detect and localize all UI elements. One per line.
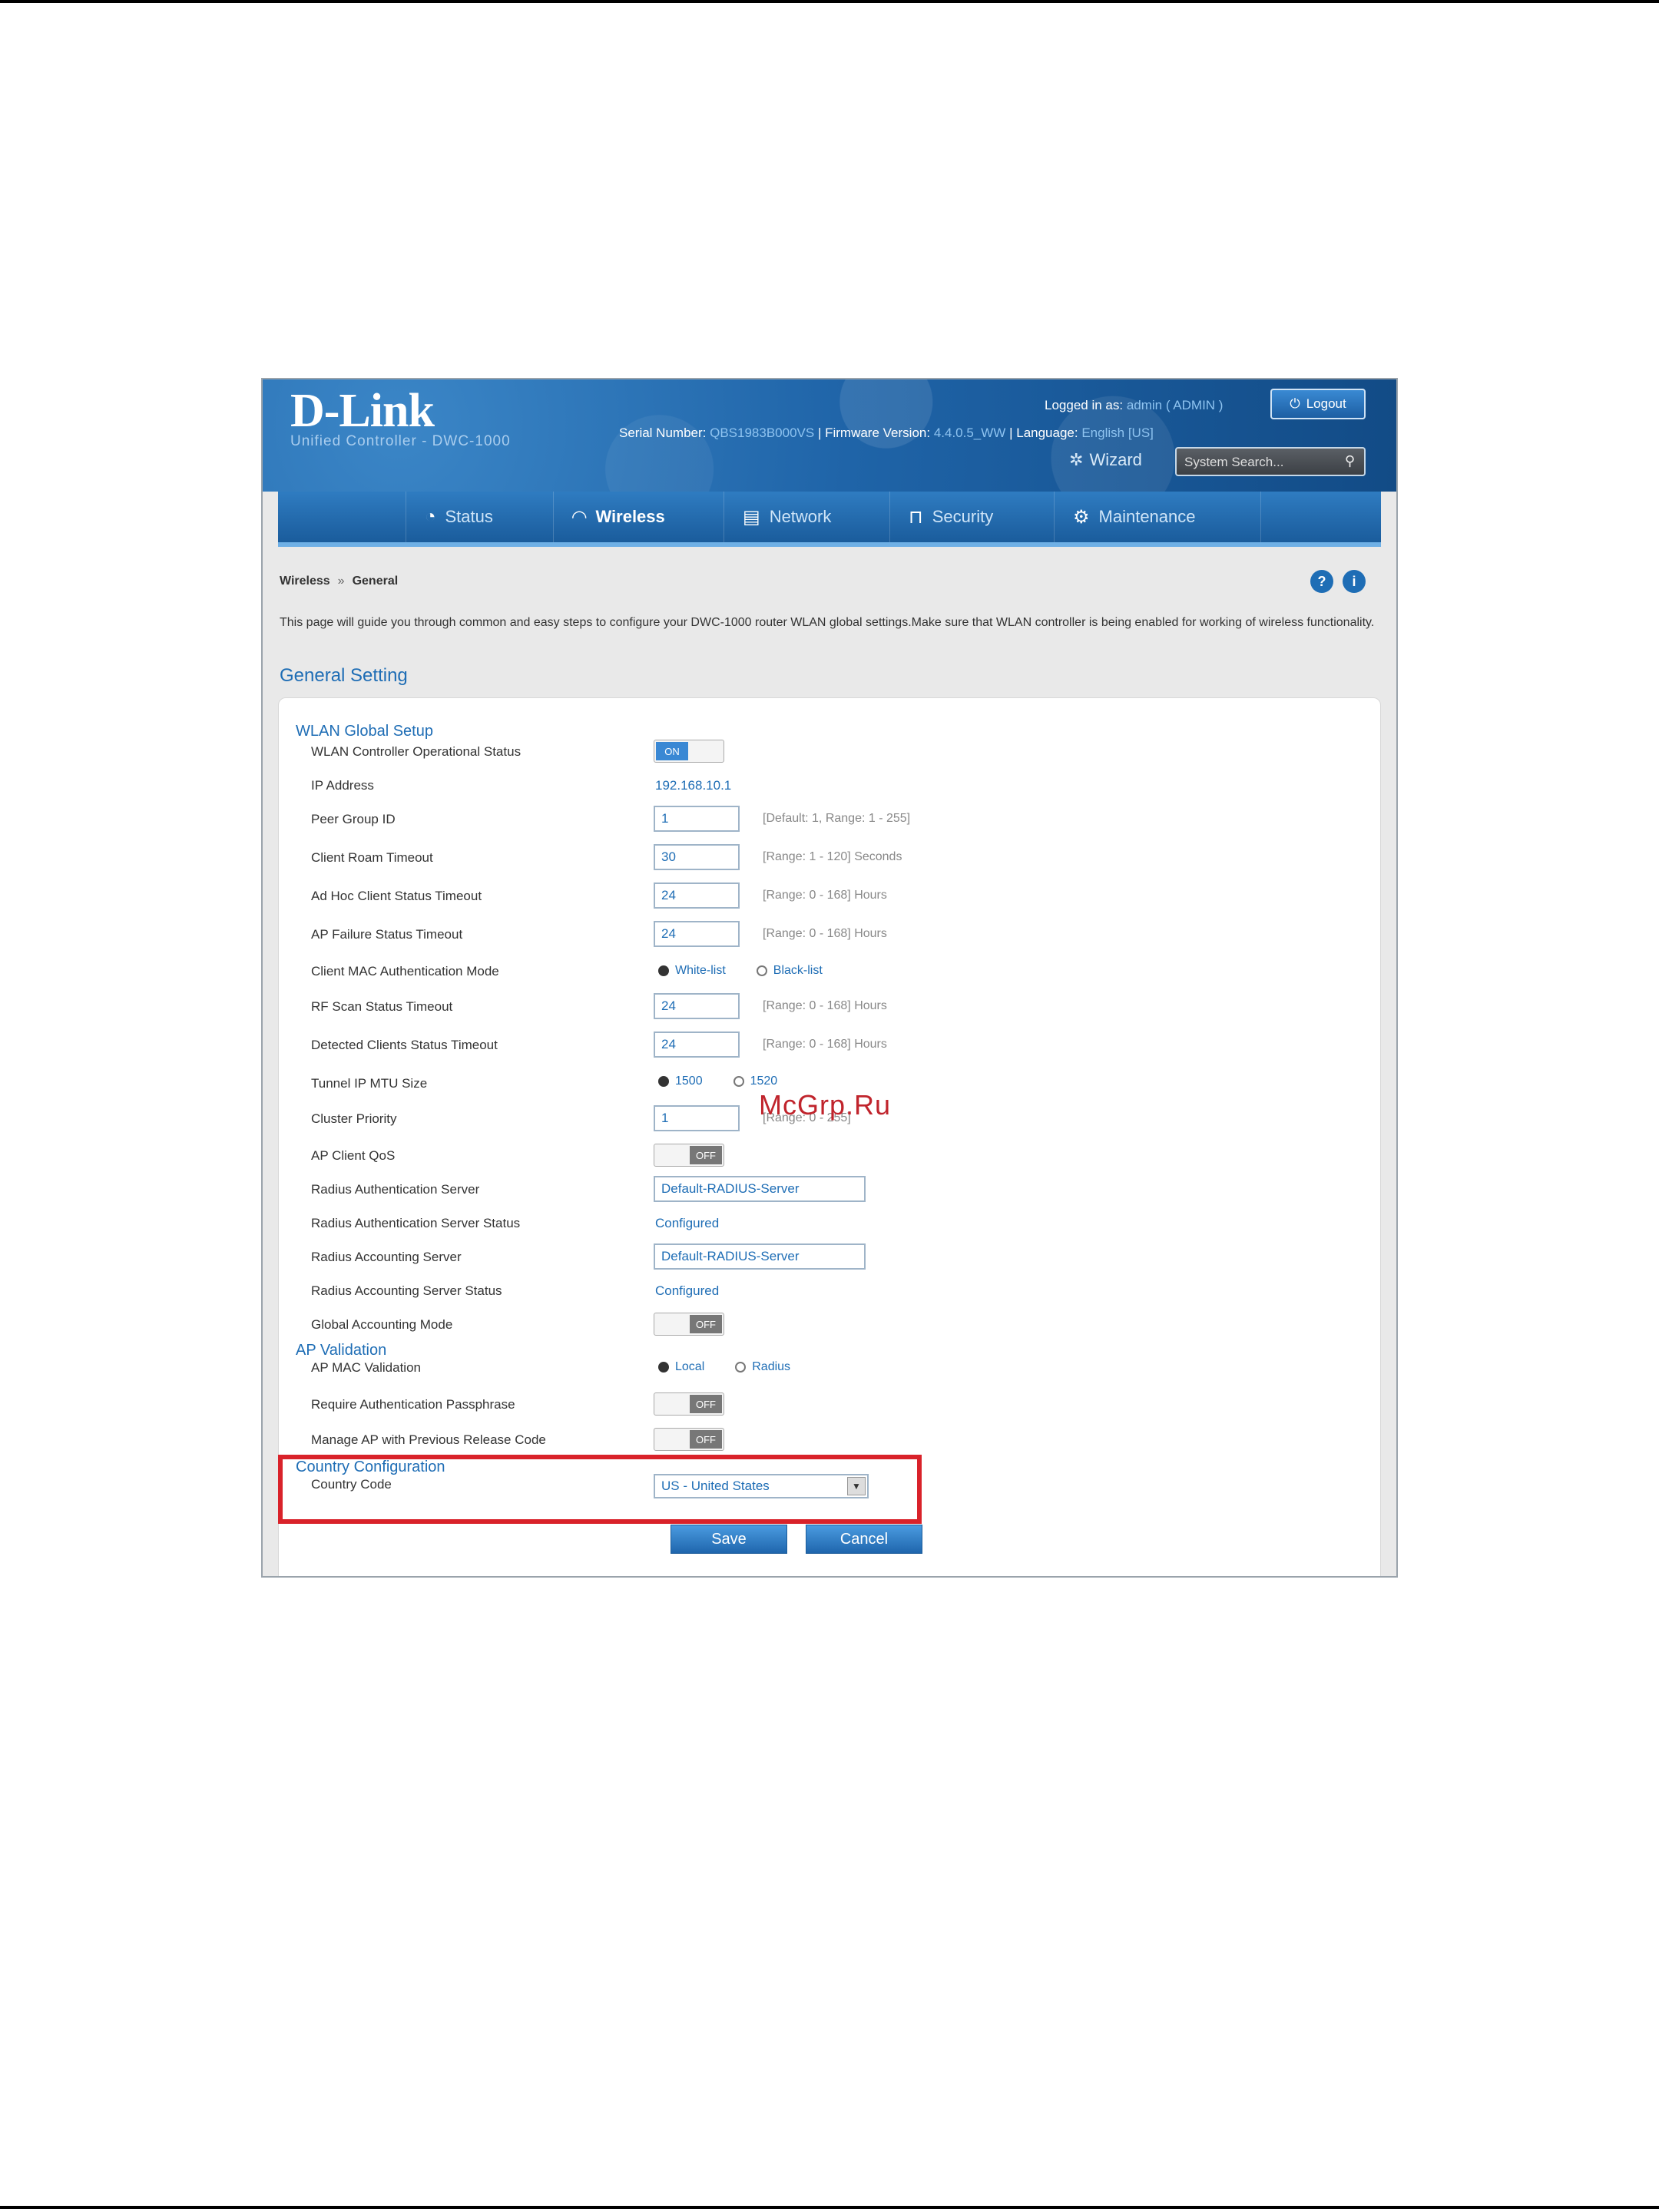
detected-clients-hint: [Range: 0 - 168] Hours [763,1038,887,1051]
cluster-priority-input[interactable] [654,1105,740,1131]
gears-icon: ⚙ [1073,506,1090,528]
header: D-Link Unified Controller - DWC-1000 Log… [263,379,1396,492]
system-search-input[interactable]: System Search... ⚲ [1175,447,1366,476]
nav-security[interactable]: ⊓ Security [889,492,1054,542]
nav-network[interactable]: ▤ Network [724,492,889,542]
adhoc-timeout-input[interactable] [654,882,740,909]
label-ip-address: IP Address [311,778,374,793]
logout-button[interactable]: ⏻ Logout [1270,389,1366,419]
breadcrumb-current: General [352,575,399,588]
label-adhoc-timeout: Ad Hoc Client Status Timeout [311,889,482,903]
wand-icon: ✲ [1069,450,1084,469]
ap-failure-input[interactable] [654,921,740,947]
cancel-button[interactable]: Cancel [806,1525,922,1554]
login-info: Logged in as: admin ( ADMIN ) [1045,398,1224,412]
wlan-status-toggle[interactable]: ON [654,740,724,763]
label-detected-clients: Detected Clients Status Timeout [311,1038,498,1052]
radius-acct-status-value: Configured [655,1283,720,1298]
page-top-rule [0,0,1659,3]
rf-scan-input[interactable] [654,993,740,1019]
highlight-box [278,1455,922,1524]
label-peer-group: Peer Group ID [311,812,396,826]
require-auth-toggle[interactable]: OFF [654,1392,724,1416]
label-ap-mac-validation: AP MAC Validation [311,1360,421,1375]
label-ap-qos: AP Client QoS [311,1148,396,1163]
section-title: General Setting [280,665,408,686]
info-icon[interactable]: i [1343,570,1366,593]
group-ap-validation: AP Validation [296,1342,387,1359]
network-icon: ▤ [743,506,760,528]
lock-icon: ⊓ [909,506,923,528]
radio-mtu-1520[interactable]: 1520 [733,1075,777,1088]
tunnel-mtu-radios: 1500 1520 [658,1075,777,1088]
label-radius-auth-status: Radius Authentication Server Status [311,1216,521,1230]
nav-maintenance[interactable]: ⚙ Maintenance [1054,492,1261,542]
device-info: Serial Number: QBS1983B000VS | Firmware … [619,426,1154,440]
radius-auth-status-value: Configured [655,1216,720,1230]
main-nav: ◔ Status ◠ Wireless ▤ Network ⊓ Security… [278,492,1381,547]
detected-clients-input[interactable] [654,1031,740,1058]
manage-ap-toggle[interactable]: OFF [654,1428,724,1451]
label-cluster-priority: Cluster Priority [311,1111,397,1126]
label-manage-ap: Manage AP with Previous Release Code [311,1432,546,1447]
breadcrumb-root[interactable]: Wireless [280,575,330,588]
label-radius-auth: Radius Authentication Server [311,1182,480,1197]
page-description: This page will guide you through common … [280,616,1375,629]
rf-scan-hint: [Range: 0 - 168] Hours [763,999,887,1012]
global-acct-toggle[interactable]: OFF [654,1313,724,1336]
label-mac-auth: Client MAC Authentication Mode [311,964,499,979]
ap-qos-toggle[interactable]: OFF [654,1144,724,1167]
ip-address-value: 192.168.10.1 [655,778,732,793]
power-icon: ⏻ [1290,396,1300,411]
label-tunnel-mtu: Tunnel IP MTU Size [311,1076,428,1091]
wizard-link[interactable]: ✲ Wizard [1069,450,1142,470]
radio-local[interactable]: Local [658,1360,704,1374]
nav-status[interactable]: ◔ Status [406,492,553,542]
radius-acct-input[interactable] [654,1243,866,1270]
product-name: Unified Controller - DWC-1000 [290,433,511,449]
radio-radius[interactable]: Radius [735,1360,790,1374]
page-help-tools: ? i [1310,570,1366,593]
peer-group-hint: [Default: 1, Range: 1 - 255] [763,812,911,825]
save-button[interactable]: Save [671,1525,787,1554]
radio-mtu-1500[interactable]: 1500 [658,1075,703,1088]
group-wlan-global: WLAN Global Setup [296,723,433,740]
page-bottom-rule [0,2206,1659,2209]
nav-wireless[interactable]: ◠ Wireless [553,492,724,542]
breadcrumb: Wireless» General [280,575,399,588]
watermark: McGrp.Ru [759,1089,892,1121]
screenshot-frame: D-Link Unified Controller - DWC-1000 Log… [261,378,1398,1578]
label-radius-acct: Radius Accounting Server [311,1250,462,1264]
roam-timeout-input[interactable] [654,844,740,870]
search-icon: ⚲ [1344,453,1355,469]
settings-panel: WLAN Global Setup WLAN Controller Operat… [278,697,1381,1576]
gauge-icon: ◔ [425,506,436,527]
roam-timeout-hint: [Range: 1 - 120] Seconds [763,850,902,863]
label-ap-failure: AP Failure Status Timeout [311,927,463,942]
label-global-acct: Global Accounting Mode [311,1317,453,1332]
label-rf-scan: RF Scan Status Timeout [311,999,453,1014]
label-wlan-status: WLAN Controller Operational Status [311,744,522,759]
radio-black-list[interactable]: Black-list [756,964,823,978]
ap-mac-validation-radios: Local Radius [658,1360,790,1374]
logged-in-user: admin ( ADMIN ) [1126,398,1224,412]
wifi-icon: ◠ [572,506,587,528]
label-require-auth: Require Authentication Passphrase [311,1397,515,1412]
help-icon[interactable]: ? [1310,570,1333,593]
dlink-logo: D-Link [290,385,435,437]
serial-number: QBS1983B000VS [710,426,815,440]
radio-white-list[interactable]: White-list [658,964,726,978]
label-roam-timeout: Client Roam Timeout [311,850,433,865]
mac-auth-radios: White-list Black-list [658,964,823,978]
language-link[interactable]: English [US] [1081,426,1154,440]
firmware-version: 4.4.0.5_WW [933,426,1006,440]
radius-auth-input[interactable] [654,1176,866,1202]
adhoc-timeout-hint: [Range: 0 - 168] Hours [763,889,887,902]
label-radius-acct-status: Radius Accounting Server Status [311,1283,502,1298]
ap-failure-hint: [Range: 0 - 168] Hours [763,927,887,940]
peer-group-input[interactable] [654,806,740,832]
